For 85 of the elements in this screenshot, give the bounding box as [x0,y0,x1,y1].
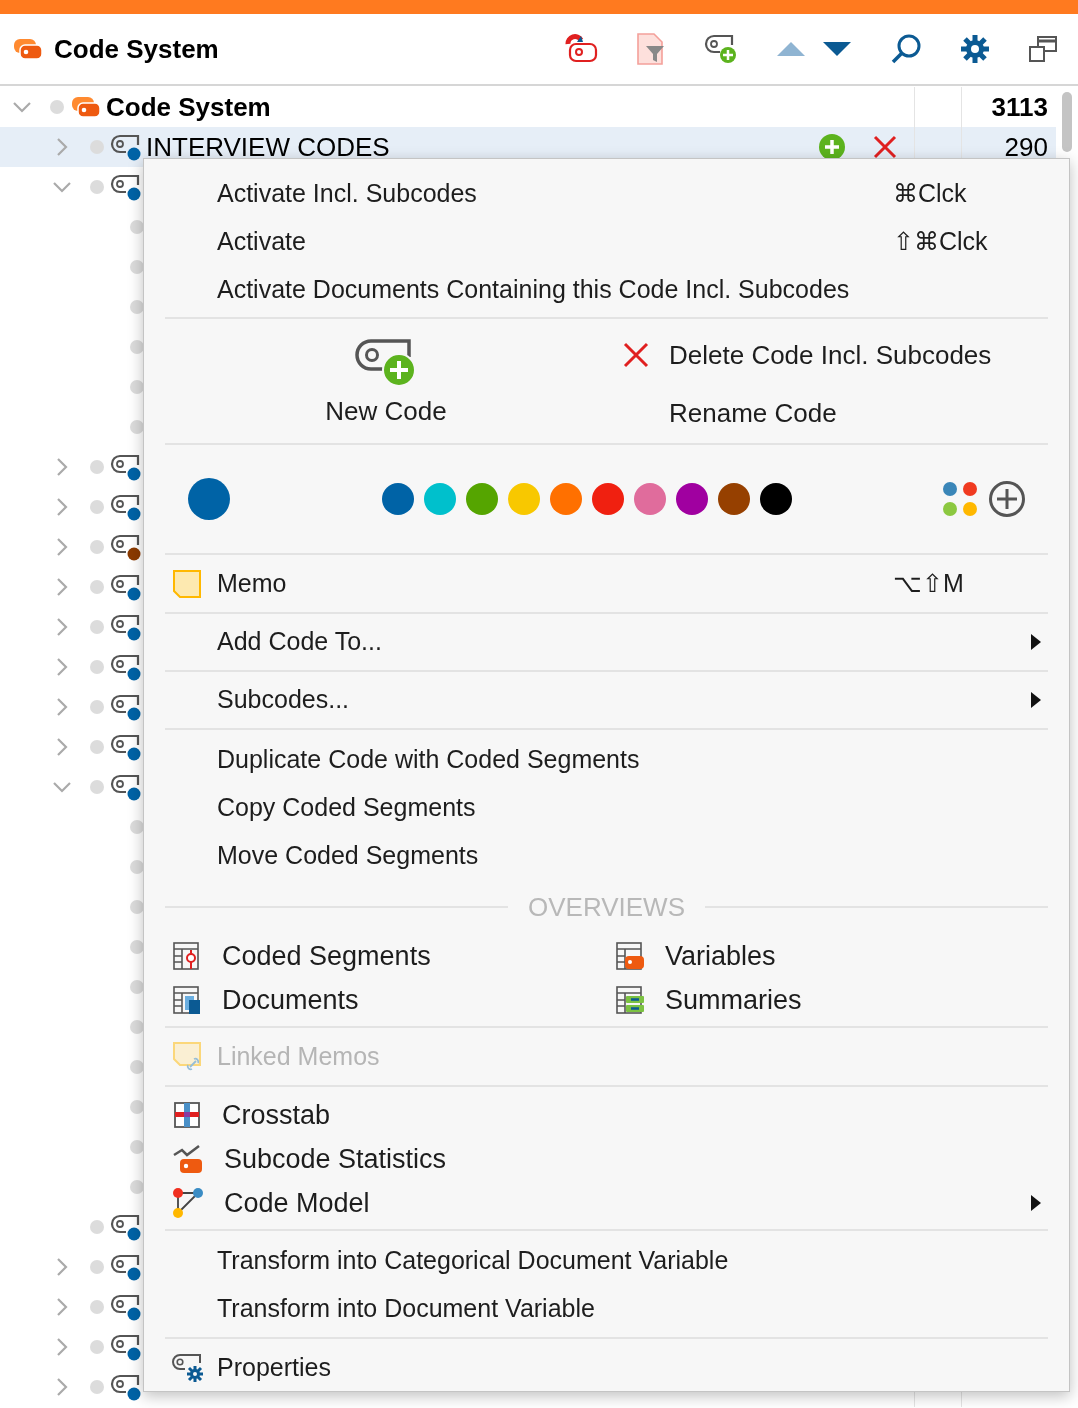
menu-item[interactable]: Crosstab [165,1093,1048,1137]
menu-item[interactable]: Summaries [608,978,1048,1022]
shortcut-label: ⇧⌘Clck [893,226,989,258]
memo-note-icon [172,568,202,599]
color-swatch[interactable] [760,483,792,515]
search-icon[interactable] [890,33,922,65]
code-tag-icon [110,773,142,801]
color-swatch[interactable] [424,483,456,515]
code-tag-icon [110,1213,142,1241]
caret-icon [1030,1194,1042,1212]
menu-item[interactable]: Move Coded Segments [165,832,1048,880]
code-tag-icon [110,493,142,521]
color-grid-icon[interactable] [942,481,978,517]
menu-item[interactable]: Delete Code Incl. Subcodes [607,335,992,375]
crosstab-icon [172,1100,202,1130]
code-tag-icon [110,453,142,481]
code-tag-icon [110,533,142,561]
code-system-icon [70,94,102,120]
code-tag-icon [110,1373,142,1401]
menu-item[interactable]: Transform into Document Variable [165,1285,1048,1333]
chart-tag-icon [172,1144,204,1174]
menu-item[interactable]: Activate ⇧⌘Clck [165,218,1048,266]
shortcut-label: ⌘Clck [893,178,968,210]
caret-icon [1030,633,1042,651]
caret-icon [1030,691,1042,709]
code-label: INTERVIEW CODES [146,130,390,164]
tag-undo-icon[interactable] [564,34,598,64]
count: 3113 [991,90,1048,124]
menu-item[interactable]: Activate Documents Containing this Code Incl. Subcodes [165,266,1048,314]
color-swatch[interactable] [634,483,666,515]
tag-gear-icon [171,1352,205,1384]
code-tag-icon [110,1253,142,1281]
code-tag-icon [110,173,142,201]
menu-item[interactable]: Transform into Categorical Document Variable [165,1237,1048,1285]
color-swatch[interactable] [508,483,540,515]
menu-item[interactable]: Code Model [165,1181,1048,1225]
model-diagram-icon [172,1187,204,1219]
code-tag-icon [110,1333,142,1361]
new-code-icon[interactable] [704,33,738,65]
menu-item[interactable]: Coded Segments [165,934,608,978]
triangle-down-icon[interactable] [822,41,852,57]
add-circle-icon[interactable] [988,480,1026,518]
new-code-button[interactable]: New Code [165,319,607,443]
color-swatch[interactable] [466,483,498,515]
menu-item[interactable]: Documents [165,978,608,1022]
color-swatch[interactable] [592,483,624,515]
color-swatch[interactable] [718,483,750,515]
color-swatch[interactable] [550,483,582,515]
color-swatch[interactable] [676,483,708,515]
menu-item[interactable]: Copy Coded Segments [165,784,1048,832]
code-tag-icon [110,1293,142,1321]
settings-icon[interactable] [960,34,990,64]
table-summary-icon [615,985,645,1015]
menu-item[interactable]: Subcode Statistics [165,1137,1048,1181]
triangle-up-icon[interactable] [776,41,806,57]
menu-item[interactable]: Variables [608,934,1048,978]
document-filter-icon[interactable] [636,32,666,66]
code-tag-icon [110,693,142,721]
color-swatch[interactable] [382,483,414,515]
table-documents-icon [172,985,202,1015]
count: 290 [1004,130,1048,164]
code-tag-icon [110,733,142,761]
window-icon[interactable] [1028,35,1058,63]
section-heading: OVERVIEWS [527,890,686,924]
menu-item[interactable]: Properties [165,1339,1048,1397]
table-segments-icon [172,941,202,971]
code-tag-icon [110,133,142,161]
menu-item[interactable]: Duplicate Code with Coded Segments [165,736,1048,784]
menu-item[interactable]: Activate Incl. Subcodes ⌘Clck [165,170,1048,218]
code-system-icon [12,36,44,62]
code-tag-icon [110,653,142,681]
submenu-item[interactable]: Add Code To... [165,614,1048,670]
shortcut-label: ⌥⇧M [893,567,965,599]
memo-link-icon [172,1040,204,1073]
code-tag-icon [110,613,142,641]
table-tag-icon [615,941,645,971]
submenu-item[interactable]: Subcodes... [165,672,1048,728]
close-icon[interactable] [872,134,898,160]
code-tag-icon [110,573,142,601]
close-icon [623,342,649,368]
code-label: Code System [106,90,271,124]
panel-title: Code System [54,32,219,66]
menu-item[interactable]: Memo ⌥⇧M [165,555,1048,612]
add-icon[interactable] [818,133,846,161]
menu-item[interactable]: Rename Code [607,393,992,433]
